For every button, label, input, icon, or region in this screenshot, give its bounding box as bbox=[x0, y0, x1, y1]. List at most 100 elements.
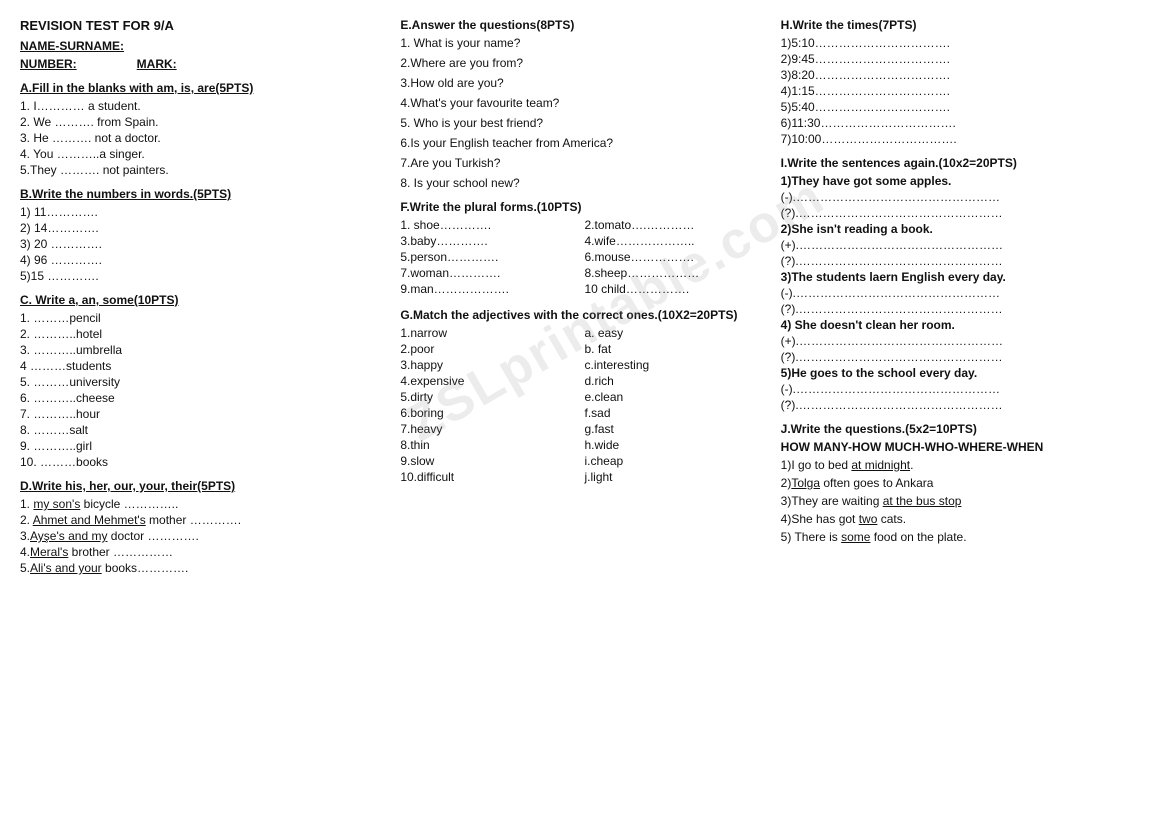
list-item: a. easy bbox=[584, 326, 768, 340]
section-h-title: H.Write the times(7PTS) bbox=[781, 18, 1149, 32]
list-item: 4)She has got two cats. bbox=[781, 512, 1149, 526]
list-item: 1)I go to bed at midnight. bbox=[781, 458, 1149, 472]
list-item: i.cheap bbox=[584, 454, 768, 468]
list-item: (?).…………………………………………… bbox=[781, 302, 1149, 316]
list-item: 8.sheep……………… bbox=[584, 266, 768, 280]
list-item: 5) There is some food on the plate. bbox=[781, 530, 1149, 544]
section-b-title: B.Write the numbers in words.(5PTS) bbox=[20, 187, 388, 201]
list-item: 6.mouse……………. bbox=[584, 250, 768, 264]
list-item: c.interesting bbox=[584, 358, 768, 372]
list-item: 9.slow bbox=[400, 454, 584, 468]
list-item: 2)She isn't reading a book. bbox=[781, 222, 1149, 236]
list-item: 2. ………..hotel bbox=[20, 327, 388, 341]
list-item: (?).…………………………………………… bbox=[781, 206, 1149, 220]
list-item: 4.wife……………….. bbox=[584, 234, 768, 248]
header-section: REVISION TEST FOR 9/A NAME-SURNAME: NUMB… bbox=[20, 18, 388, 71]
list-item: 2)9:45……………………………. bbox=[781, 52, 1149, 66]
name-label: NAME-SURNAME: bbox=[20, 39, 388, 53]
list-item: 5. ………university bbox=[20, 375, 388, 389]
page-title: REVISION TEST FOR 9/A bbox=[20, 18, 388, 33]
list-item: 2. Ahmet and Mehmet's mother …………. bbox=[20, 513, 388, 527]
list-item: 5.person…………. bbox=[400, 250, 584, 264]
middle-column: E.Answer the questions(8PTS) 1. What is … bbox=[400, 18, 780, 585]
list-item: 9.man………………. bbox=[400, 282, 584, 296]
list-item: 4.expensive bbox=[400, 374, 584, 388]
list-item: 2)Tolga often goes to Ankara bbox=[781, 476, 1149, 490]
section-j-subtitle: HOW MANY-HOW MUCH-WHO-WHERE-WHEN bbox=[781, 440, 1149, 454]
list-item: 5.Ali's and your books…………. bbox=[20, 561, 388, 575]
list-item: (-).…………………………………………… bbox=[781, 382, 1149, 396]
list-item: e.clean bbox=[584, 390, 768, 404]
section-d-title: D.Write his, her, our, your, their(5PTS) bbox=[20, 479, 388, 493]
list-item: 1) 11…………. bbox=[20, 205, 388, 219]
mark-label: MARK: bbox=[137, 57, 177, 71]
section-b: B.Write the numbers in words.(5PTS) 1) 1… bbox=[20, 187, 388, 283]
list-item: 3)They are waiting at the bus stop bbox=[781, 494, 1149, 508]
list-item: b. fat bbox=[584, 342, 768, 356]
list-item: 6.boring bbox=[400, 406, 584, 420]
section-g: G.Match the adjectives with the correct … bbox=[400, 308, 768, 486]
list-item: 1. ………pencil bbox=[20, 311, 388, 325]
list-item: 3) 20 …………. bbox=[20, 237, 388, 251]
section-d: D.Write his, her, our, your, their(5PTS)… bbox=[20, 479, 388, 575]
section-e: E.Answer the questions(8PTS) 1. What is … bbox=[400, 18, 768, 190]
list-item: 3. He ………. not a doctor. bbox=[20, 131, 388, 145]
section-h: H.Write the times(7PTS) 1)5:10…………………………… bbox=[781, 18, 1149, 146]
list-item: (-).…………………………………………… bbox=[781, 286, 1149, 300]
list-item: 7.heavy bbox=[400, 422, 584, 436]
section-i-title: I.Write the sentences again.(10x2=20PTS) bbox=[781, 156, 1149, 170]
list-item: 8. Is your school new? bbox=[400, 176, 768, 190]
list-item: 7)10:00……………………………. bbox=[781, 132, 1149, 146]
list-item: 2. We ………. from Spain. bbox=[20, 115, 388, 129]
section-a-title: A.Fill in the blanks with am, is, are(5P… bbox=[20, 81, 388, 95]
section-g-title: G.Match the adjectives with the correct … bbox=[400, 308, 768, 322]
list-item: 4 ………students bbox=[20, 359, 388, 373]
list-item: 7. ………..hour bbox=[20, 407, 388, 421]
list-item: (+).…………………………………………… bbox=[781, 238, 1149, 252]
list-item: (?).…………………………………………… bbox=[781, 254, 1149, 268]
list-item: h.wide bbox=[584, 438, 768, 452]
section-i: I.Write the sentences again.(10x2=20PTS)… bbox=[781, 156, 1149, 412]
number-mark-line: NUMBER: MARK: bbox=[20, 57, 388, 71]
section-c: C. Write a, an, some(10PTS) 1. ………pencil… bbox=[20, 293, 388, 469]
list-item: 1)5:10……………………………. bbox=[781, 36, 1149, 50]
list-item: 5)He goes to the school every day. bbox=[781, 366, 1149, 380]
list-item: 2.poor bbox=[400, 342, 584, 356]
right-column: H.Write the times(7PTS) 1)5:10…………………………… bbox=[781, 18, 1149, 585]
list-item: d.rich bbox=[584, 374, 768, 388]
list-item: 10.difficult bbox=[400, 470, 584, 484]
list-item: 4.What's your favourite team? bbox=[400, 96, 768, 110]
list-item: 6.Is your English teacher from America? bbox=[400, 136, 768, 150]
list-item: (?).…………………………………………… bbox=[781, 350, 1149, 364]
list-item: 3.baby…………. bbox=[400, 234, 584, 248]
list-item: 1.narrow bbox=[400, 326, 584, 340]
list-item: 3)8:20……………………………. bbox=[781, 68, 1149, 82]
list-item: 4)1:15……………………………. bbox=[781, 84, 1149, 98]
list-item: 2) 14…………. bbox=[20, 221, 388, 235]
section-a: A.Fill in the blanks with am, is, are(5P… bbox=[20, 81, 388, 177]
section-j-title: J.Write the questions.(5x2=10PTS) bbox=[781, 422, 1149, 436]
list-item: 8.thin bbox=[400, 438, 584, 452]
list-item: j.light bbox=[584, 470, 768, 484]
list-item: 1. my son's bicycle ………….. bbox=[20, 497, 388, 511]
number-label: NUMBER: bbox=[20, 57, 77, 71]
list-item: 5)15 …………. bbox=[20, 269, 388, 283]
list-item: 4. You ………..a singer. bbox=[20, 147, 388, 161]
list-item: 4) She doesn't clean her room. bbox=[781, 318, 1149, 332]
page-container: REVISION TEST FOR 9/A NAME-SURNAME: NUMB… bbox=[20, 18, 1149, 585]
list-item: 1. What is your name? bbox=[400, 36, 768, 50]
list-item: 6)11:30……………………………. bbox=[781, 116, 1149, 130]
list-item: (?).…………………………………………… bbox=[781, 398, 1149, 412]
list-item: 4.Meral's brother …………… bbox=[20, 545, 388, 559]
section-f: F.Write the plural forms.(10PTS) 1. shoe… bbox=[400, 200, 768, 298]
list-item: 3.Ayşe's and my doctor …………. bbox=[20, 529, 388, 543]
list-item: 4) 96 …………. bbox=[20, 253, 388, 267]
list-item: 2.Where are you from? bbox=[400, 56, 768, 70]
list-item: 2.tomato….………… bbox=[584, 218, 768, 232]
list-item: 5.dirty bbox=[400, 390, 584, 404]
list-item: 3)The students laern English every day. bbox=[781, 270, 1149, 284]
list-item: 6. ………..cheese bbox=[20, 391, 388, 405]
section-j: J.Write the questions.(5x2=10PTS) HOW MA… bbox=[781, 422, 1149, 544]
list-item: 5.They ………. not painters. bbox=[20, 163, 388, 177]
list-item: 1. I………… a student. bbox=[20, 99, 388, 113]
